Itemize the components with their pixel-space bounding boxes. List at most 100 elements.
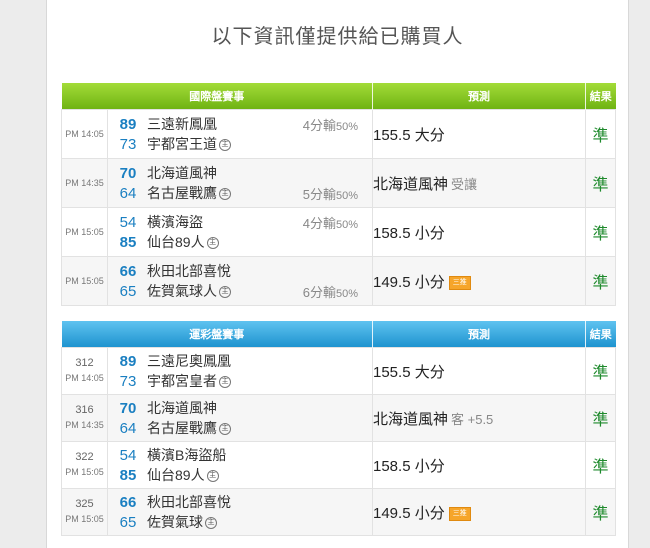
matchup-cell: 89 三遠新鳳凰 4分輸50% 73 宇都宮王道主	[107, 109, 373, 159]
prediction-text: 北海道風神	[373, 410, 449, 428]
team-name-text: 橫濱海盜	[147, 214, 203, 230]
prediction-cell: 149.5 小分 三推	[372, 256, 586, 306]
game-time-cell: PM 14:35	[61, 158, 108, 208]
prediction-text: 158.5 小分	[373, 457, 445, 475]
team-name-text: 仙台89人	[147, 234, 205, 250]
handicap-text: 6分輸	[302, 284, 336, 300]
table-row: 316 PM 14:35 70 北海道風神 64 名古屋戰鷹主北海道風神客 +5.5 準	[61, 394, 616, 442]
predict-column-header: 預測	[372, 321, 586, 348]
game-time: PM 14:35	[65, 177, 104, 188]
team-line: 70 北海道風神	[108, 398, 372, 418]
handicap-percent: 50%	[335, 120, 358, 133]
team-score: 54	[119, 446, 137, 464]
prediction-text: 149.5 小分	[373, 504, 445, 522]
team-name: 名古屋戰鷹主	[147, 183, 231, 203]
table-header: 運彩盤賽事 預測 結果	[61, 321, 616, 348]
team-score: 85	[119, 466, 137, 484]
result-column-header: 結果	[585, 321, 616, 348]
sports-lottery-odds-table: 運彩盤賽事 預測 結果 312 PM 14:05 89 三遠尼奧鳳凰 73 宇都宮皇者主 1…	[61, 321, 616, 536]
team-name: 佐賀氣球主	[147, 512, 217, 532]
team-score: 70	[119, 399, 137, 417]
game-time: PM 15:05	[65, 275, 104, 286]
home-team-mark: 主	[219, 286, 231, 299]
matchup-cell: 54 橫濱海盜 4分輸50% 85 仙台89人主	[107, 207, 373, 257]
handicap-text: 5分輸	[302, 186, 336, 202]
team-line: 66 秋田北部喜悅	[108, 261, 372, 281]
game-time-cell: 325 PM 15:05	[61, 488, 108, 536]
recommend-badge: 三推	[448, 275, 471, 290]
prediction-cell: 北海道風神客 +5.5	[372, 394, 586, 442]
result-column-header: 結果	[585, 83, 616, 110]
team-score: 73	[119, 372, 137, 390]
prediction-cell: 北海道風神 受讓	[372, 158, 586, 208]
home-team-mark: 主	[219, 188, 231, 201]
team-name: 三遠尼奧鳳凰	[147, 351, 231, 371]
team-line: 54 橫濱海盜 4分輸50%	[108, 212, 372, 232]
prediction-cell: 158.5 小分	[372, 441, 586, 489]
result-mark: 準	[585, 207, 616, 257]
game-number: 312	[75, 357, 94, 369]
team-name: 仙台89人主	[147, 465, 219, 485]
team-name-text: 宇都宮皇者	[147, 373, 217, 389]
home-team-mark: 主	[219, 376, 231, 389]
team-score: 65	[119, 282, 137, 300]
game-time-cell: 322 PM 15:05	[61, 441, 108, 489]
team-line: 73 宇都宮皇者主	[108, 371, 372, 391]
team-line: 66 秋田北部喜悅	[108, 492, 372, 512]
prediction-text: 北海道風神	[373, 175, 449, 193]
game-time: PM 15:05	[65, 514, 104, 524]
table-row: 312 PM 14:05 89 三遠尼奧鳳凰 73 宇都宮皇者主 155.5 大分 準	[61, 347, 616, 395]
handicap-result: 4分輸50%	[303, 213, 358, 232]
team-score: 64	[119, 184, 137, 202]
handicap-result: 6分輸50%	[303, 282, 358, 301]
team-score: 65	[119, 513, 137, 531]
team-name: 秋田北部喜悅	[147, 492, 231, 512]
prediction-detail: 客 +5.5	[451, 411, 494, 427]
game-number: 325	[75, 498, 94, 510]
game-time: PM 15:05	[65, 467, 104, 477]
team-name-text: 宇都宮王道	[147, 136, 217, 152]
game-time: PM 14:35	[65, 420, 104, 430]
home-team-mark: 主	[205, 517, 217, 530]
team-name-text: 三遠新鳳凰	[147, 116, 217, 132]
table-row: 325 PM 15:05 66 秋田北部喜悅 65 佐賀氣球主 149.5 小分 三推準	[61, 488, 616, 536]
table-row: PM 14:35 70 北海道風神 64 名古屋戰鷹主 5分輸50% 北海道風神 受讓準	[61, 158, 616, 208]
team-score: 66	[119, 262, 137, 280]
team-name-text: 秋田北部喜悅	[147, 263, 231, 279]
team-name: 橫濱B海盜船	[147, 445, 226, 465]
team-line: 70 北海道風神	[108, 163, 372, 183]
result-mark: 準	[585, 441, 616, 489]
team-line: 65 佐賀氣球人主 6分輸50%	[108, 281, 372, 301]
team-name: 宇都宮王道主	[147, 134, 231, 154]
home-team-mark: 主	[206, 470, 219, 483]
team-line: 85 仙台89人主	[108, 232, 372, 252]
team-name-text: 名古屋戰鷹	[147, 185, 217, 201]
game-number: 322	[75, 451, 94, 463]
team-line: 85 仙台89人主	[108, 465, 372, 485]
table-row: 322 PM 15:05 54 橫濱B海盜船 85 仙台89人主 158.5 小分 準	[61, 441, 616, 489]
game-time-cell: 312 PM 14:05	[61, 347, 108, 395]
game-time: PM 14:05	[65, 128, 104, 139]
team-name: 橫濱海盜	[147, 212, 203, 232]
team-score: 64	[119, 419, 137, 437]
handicap-result: 4分輸50%	[303, 115, 358, 134]
team-score: 89	[119, 352, 137, 370]
team-name: 宇都宮皇者主	[147, 371, 231, 391]
prediction-text: 155.5 大分	[373, 126, 445, 144]
team-name-text: 佐賀氣球人	[147, 283, 217, 299]
team-name-text: 北海道風神	[147, 400, 217, 416]
handicap-percent: 50%	[335, 218, 358, 231]
team-name: 秋田北部喜悅	[147, 261, 231, 281]
handicap-percent: 50%	[335, 287, 358, 300]
result-mark: 準	[585, 256, 616, 306]
team-score: 73	[119, 135, 137, 153]
prediction-cell: 158.5 小分	[372, 207, 586, 257]
prediction-cell: 149.5 小分 三推	[372, 488, 586, 536]
team-name: 三遠新鳳凰	[147, 114, 217, 134]
game-time-cell: 316 PM 14:35	[61, 394, 108, 442]
game-time-cell: PM 14:05	[61, 109, 108, 159]
team-name: 仙台89人主	[147, 232, 219, 252]
matchup-cell: 89 三遠尼奧鳳凰 73 宇都宮皇者主	[107, 347, 373, 395]
purchaser-notice: 以下資訊僅提供給已購買人	[211, 26, 464, 48]
international-odds-table: 國際盤賽事 預測 結果 PM 14:05 89 三遠新鳳凰 4分輸50% 73 宇都宮王道…	[61, 83, 616, 306]
